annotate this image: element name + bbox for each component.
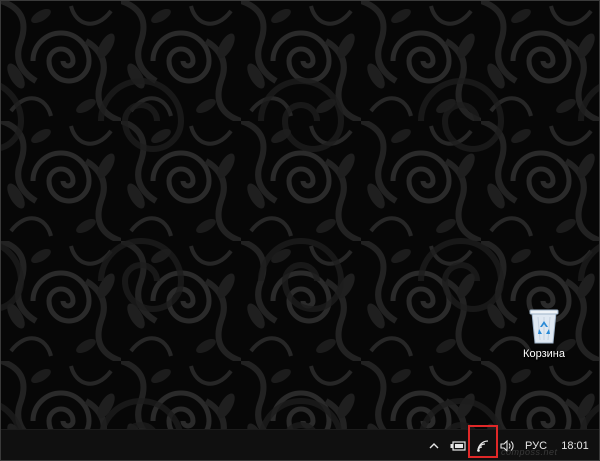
desktop[interactable]: Корзина [1,1,599,429]
battery-button[interactable] [447,430,469,460]
show-hidden-icons-button[interactable] [425,430,443,460]
screenshot-frame: Корзина РУС 18:01 composs.net [0,0,600,461]
desktop-icon-label: Корзина [523,348,565,360]
battery-icon [450,441,466,451]
recycle-bin-icon [529,309,559,344]
chevron-up-icon [429,442,439,448]
clock[interactable]: 18:01 [555,430,595,460]
watermark: composs.net [501,447,558,457]
wallpaper [1,1,599,429]
annotation-highlight-box [468,425,498,458]
desktop-icon-recycle-bin[interactable]: Корзина [511,301,577,371]
clock-time: 18:01 [561,439,589,452]
